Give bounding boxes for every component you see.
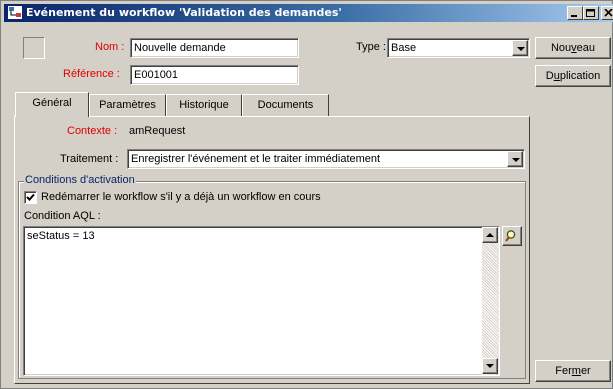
- traitement-select[interactable]: Enregistrer l'événement et le traiter im…: [127, 149, 525, 169]
- traitement-value: Enregistrer l'événement et le traiter im…: [131, 153, 381, 165]
- close-button-label: Fer: [555, 365, 572, 377]
- group-title: Conditions d'activation: [24, 174, 136, 186]
- title-bar[interactable]: Evénement du workflow 'Validation des de…: [4, 4, 613, 22]
- reference-input[interactable]: E001001: [130, 65, 299, 85]
- traitement-label: Traitement :: [60, 153, 119, 165]
- close-button-accel: m: [571, 365, 581, 377]
- tab-general[interactable]: Général: [15, 92, 89, 117]
- reference-label: Référence :: [63, 68, 120, 80]
- close-window-button[interactable]: [601, 6, 613, 20]
- aql-zoom-button[interactable]: [502, 226, 522, 246]
- tab-historique-label: Historique: [179, 99, 229, 111]
- type-label: Type :: [356, 41, 386, 53]
- chevron-down-icon[interactable]: [512, 40, 528, 56]
- maximize-icon: [586, 9, 595, 17]
- new-button[interactable]: Nouveau: [535, 37, 611, 59]
- nom-input[interactable]: Nouvelle demande: [130, 38, 299, 58]
- activation-conditions-group: Conditions d'activation Redémarrer le wo…: [18, 174, 526, 379]
- close-icon: [604, 9, 613, 17]
- close-button-label-end: er: [580, 365, 591, 377]
- tab-parametres-label: Paramètres: [99, 99, 156, 111]
- duplicate-button-label-end: plication: [559, 70, 601, 82]
- duplicate-button-label: D: [545, 70, 554, 82]
- type-select[interactable]: Base: [387, 38, 530, 58]
- aql-textarea[interactable]: seStatus = 13: [23, 226, 500, 376]
- reference-value: E001001: [134, 69, 179, 81]
- scroll-down-icon[interactable]: [482, 358, 498, 374]
- window-title: Evénement du workflow 'Validation des de…: [26, 6, 342, 19]
- tab-documents-label: Documents: [257, 99, 314, 111]
- image-placeholder[interactable]: [23, 37, 45, 59]
- close-button[interactable]: Fermer: [535, 360, 611, 382]
- maximize-button[interactable]: [583, 6, 599, 20]
- type-value: Base: [391, 42, 417, 54]
- nom-label: Nom :: [95, 41, 125, 53]
- duplicate-button[interactable]: Duplication: [535, 65, 611, 87]
- new-button-label-end: eau: [576, 42, 596, 54]
- tab-general-label: Général: [32, 97, 72, 109]
- checkmark-icon: [26, 193, 35, 201]
- tab-parametres[interactable]: Paramètres: [89, 94, 166, 116]
- chevron-down-icon[interactable]: [507, 151, 523, 167]
- restart-workflow-checkbox[interactable]: [24, 191, 37, 204]
- contexte-label: Contexte :: [67, 125, 118, 137]
- tab-panel-general: Contexte : amRequest Traitement : Enregi…: [14, 116, 530, 384]
- dialog-window: Evénement du workflow 'Validation des de…: [0, 0, 613, 389]
- nom-value: Nouvelle demande: [134, 42, 226, 54]
- scroll-up-icon[interactable]: [482, 227, 498, 243]
- tab-documents[interactable]: Documents: [242, 94, 329, 116]
- minimize-icon: [571, 15, 577, 17]
- magnifier-icon: [505, 230, 516, 242]
- contexte-value: amRequest: [129, 125, 186, 137]
- tab-historique[interactable]: Historique: [166, 94, 242, 116]
- restart-workflow-label: Redémarrer le workflow s'il y a déjà un …: [41, 191, 321, 203]
- aql-text: seStatus = 13: [27, 230, 95, 242]
- minimize-button[interactable]: [567, 6, 583, 20]
- workflow-app-icon: [8, 6, 22, 19]
- aql-scrollbar[interactable]: [482, 227, 499, 375]
- aql-label: Condition AQL :: [24, 210, 101, 222]
- new-button-label: Nou: [550, 42, 572, 54]
